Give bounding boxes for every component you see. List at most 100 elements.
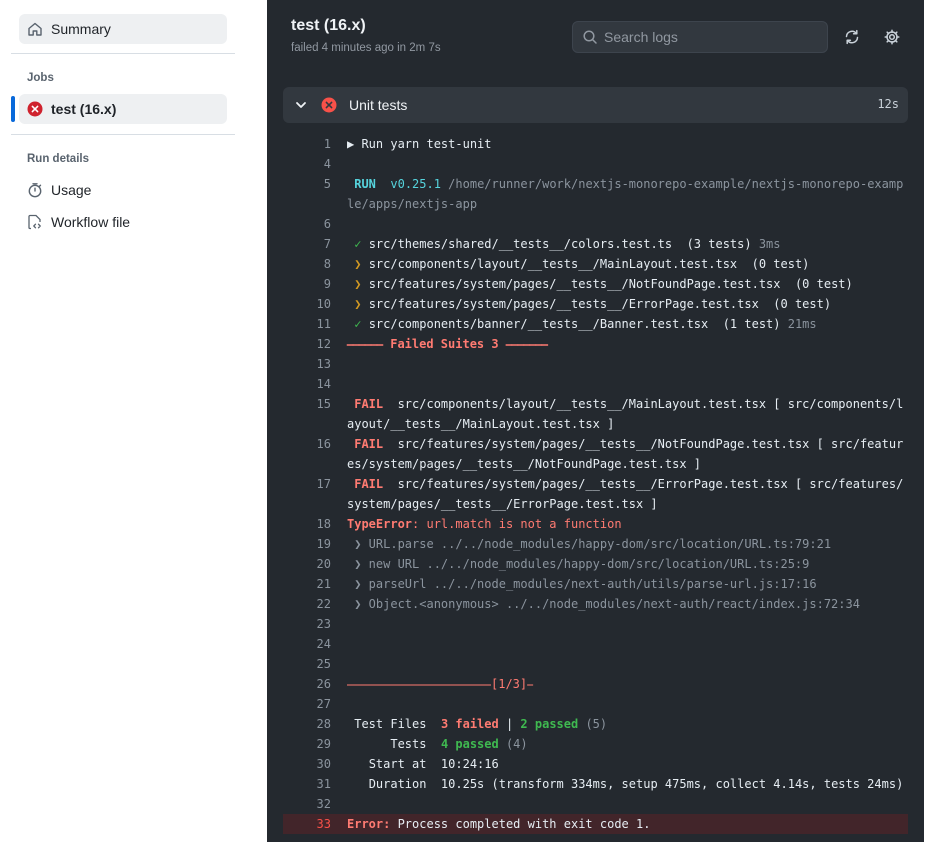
- log-segment: TypeError: [347, 517, 413, 531]
- log-line[interactable]: 31 Duration 10.25s (transform 334ms, set…: [283, 774, 908, 794]
- log-line[interactable]: 24: [283, 634, 908, 654]
- line-number[interactable]: 27: [283, 694, 331, 714]
- line-number[interactable]: 9: [283, 274, 331, 294]
- log-segment: src/features/system/pages/__tests__/Erro…: [347, 477, 904, 511]
- settings-button[interactable]: [880, 25, 904, 49]
- log-line[interactable]: 12 ⎯⎯⎯⎯⎯⎯ Failed Suites 3 ⎯⎯⎯⎯⎯⎯⎯: [283, 334, 908, 354]
- line-number[interactable]: 22: [283, 594, 331, 614]
- line-number[interactable]: 28: [283, 714, 331, 734]
- line-number[interactable]: 21: [283, 574, 331, 594]
- line-number[interactable]: 6: [283, 214, 331, 234]
- log-text: ⎯⎯⎯⎯⎯⎯ Failed Suites 3 ⎯⎯⎯⎯⎯⎯⎯: [347, 334, 908, 354]
- log-line[interactable]: 32: [283, 794, 908, 814]
- job-log-panel: test (16.x) failed 4 minutes ago in 2m 7…: [267, 0, 924, 842]
- log-line[interactable]: 19 ❯ URL.parse ../../node_modules/happy-…: [283, 534, 908, 554]
- search-input[interactable]: [604, 29, 814, 45]
- log-text: ❯ src/components/layout/__tests__/MainLa…: [347, 254, 908, 274]
- log-segment: ▶ Run yarn test-unit: [347, 137, 492, 151]
- step-header-unit-tests[interactable]: Unit tests 12s: [283, 87, 908, 123]
- log-segment: 2 passed: [520, 717, 579, 731]
- log-segment: src/features/system/pages/__tests__/Erro…: [368, 297, 832, 311]
- log-line[interactable]: 16 FAIL src/features/system/pages/__test…: [283, 434, 908, 474]
- log-line[interactable]: 20 ❯ new URL ../../node_modules/happy-do…: [283, 554, 908, 574]
- log-segment: src/components/banner/__tests__/Banner.t…: [368, 317, 788, 331]
- line-number[interactable]: 25: [283, 654, 331, 674]
- sidebar-item-workflow-file[interactable]: Workflow file: [19, 208, 227, 236]
- log-output: 1 ▶ Run yarn test-unit 4 5 RUN v0.25.1 /h…: [283, 134, 908, 834]
- log-segment: 4 passed: [440, 737, 499, 751]
- log-line[interactable]: 14: [283, 374, 908, 394]
- log-line[interactable]: 28 Test Files 3 failed | 2 passed (5): [283, 714, 908, 734]
- log-line[interactable]: 11 ✓ src/components/banner/__tests__/Ban…: [283, 314, 908, 334]
- sidebar-item-usage[interactable]: Usage: [19, 176, 227, 204]
- refresh-button[interactable]: [840, 25, 864, 49]
- log-line[interactable]: 29 Tests 4 passed (4): [283, 734, 908, 754]
- line-number[interactable]: 26: [283, 674, 331, 694]
- page-gutter: [924, 0, 937, 842]
- log-line[interactable]: 30 Start at 10:24:16: [283, 754, 908, 774]
- line-number[interactable]: 16: [283, 434, 331, 454]
- line-number[interactable]: 10: [283, 294, 331, 314]
- sidebar-divider: [11, 53, 235, 54]
- log-line[interactable]: 22 ❯ Object.<anonymous> ../../node_modul…: [283, 594, 908, 614]
- chevron-down-icon: [293, 97, 309, 113]
- line-number[interactable]: 20: [283, 554, 331, 574]
- log-segment: Tests: [347, 737, 441, 751]
- log-line[interactable]: 18 TypeError: url.match is not a function: [283, 514, 908, 534]
- log-line[interactable]: 17 FAIL src/features/system/pages/__test…: [283, 474, 908, 514]
- log-segment: FAIL: [347, 477, 391, 491]
- line-number[interactable]: 23: [283, 614, 331, 634]
- log-segment: Process completed with exit code 1.: [390, 817, 651, 831]
- log-line[interactable]: 23: [283, 614, 908, 634]
- log-line[interactable]: 1 ▶ Run yarn test-unit: [283, 134, 908, 154]
- log-text: Start at 10:24:16: [347, 754, 908, 774]
- log-segment: 3ms: [758, 237, 781, 251]
- log-line[interactable]: 21 ❯ parseUrl ../../node_modules/next-au…: [283, 574, 908, 594]
- search-box[interactable]: [572, 21, 828, 53]
- line-number[interactable]: 19: [283, 534, 331, 554]
- log-line[interactable]: 26 ⎯⎯⎯⎯⎯⎯⎯⎯⎯⎯⎯⎯⎯⎯⎯⎯⎯⎯⎯⎯⎯⎯⎯⎯[1/3]⎯: [283, 674, 908, 694]
- log-text: RUN v0.25.1 /home/runner/work/nextjs-mon…: [347, 174, 908, 214]
- line-number[interactable]: 12: [283, 334, 331, 354]
- log-text: Test Files 3 failed | 2 passed (5): [347, 714, 908, 734]
- sidebar-item-label: Summary: [51, 21, 111, 37]
- line-number[interactable]: 4: [283, 154, 331, 174]
- line-number[interactable]: 13: [283, 354, 331, 374]
- log-segment: ⎯⎯⎯⎯⎯⎯⎯⎯⎯⎯⎯⎯⎯⎯⎯⎯⎯⎯⎯⎯⎯⎯⎯⎯[1/3]⎯: [347, 677, 534, 691]
- line-number[interactable]: 5: [283, 174, 331, 194]
- log-line[interactable]: 6: [283, 214, 908, 234]
- log-line[interactable]: 13: [283, 354, 908, 374]
- line-number[interactable]: 30: [283, 754, 331, 774]
- line-number[interactable]: 24: [283, 634, 331, 654]
- log-segment: v0.25.1: [383, 177, 449, 191]
- log-line[interactable]: 25: [283, 654, 908, 674]
- log-line-error[interactable]: 33 Error: Process completed with exit cod…: [283, 814, 908, 834]
- line-number[interactable]: 1: [283, 134, 331, 154]
- jobs-heading: Jobs: [27, 72, 54, 84]
- line-number[interactable]: 33: [283, 814, 331, 834]
- log-line[interactable]: 15 FAIL src/components/layout/__tests__/…: [283, 394, 908, 434]
- log-line[interactable]: 8 ❯ src/components/layout/__tests__/Main…: [283, 254, 908, 274]
- line-number[interactable]: 17: [283, 474, 331, 494]
- sidebar-item-summary[interactable]: Summary: [19, 14, 227, 44]
- log-line[interactable]: 7 ✓ src/themes/shared/__tests__/colors.t…: [283, 234, 908, 254]
- log-segment: (4): [498, 737, 528, 751]
- line-number[interactable]: 8: [283, 254, 331, 274]
- log-segment: ❯: [347, 257, 369, 271]
- log-line[interactable]: 10 ❯ src/features/system/pages/__tests__…: [283, 294, 908, 314]
- log-line[interactable]: 5 RUN v0.25.1 /home/runner/work/nextjs-m…: [283, 174, 908, 214]
- x-circle-fill-icon: [27, 101, 43, 117]
- line-number[interactable]: 18: [283, 514, 331, 534]
- log-line[interactable]: 4: [283, 154, 908, 174]
- log-text: ✓ src/themes/shared/__tests__/colors.tes…: [347, 234, 908, 254]
- log-line[interactable]: 9 ❯ src/features/system/pages/__tests__/…: [283, 274, 908, 294]
- sidebar-item-job[interactable]: test (16.x): [19, 94, 227, 124]
- line-number[interactable]: 7: [283, 234, 331, 254]
- line-number[interactable]: 15: [283, 394, 331, 414]
- line-number[interactable]: 31: [283, 774, 331, 794]
- line-number[interactable]: 29: [283, 734, 331, 754]
- line-number[interactable]: 11: [283, 314, 331, 334]
- log-line[interactable]: 27: [283, 694, 908, 714]
- line-number[interactable]: 14: [283, 374, 331, 394]
- line-number[interactable]: 32: [283, 794, 331, 814]
